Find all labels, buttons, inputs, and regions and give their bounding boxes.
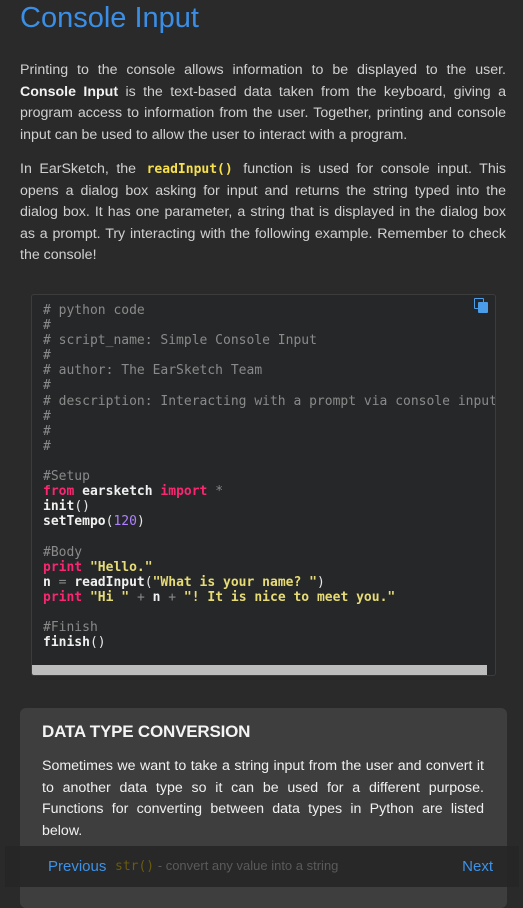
code-line: #Body: [43, 544, 83, 560]
code-line: #Finish: [43, 619, 98, 635]
code-line: #: [43, 438, 51, 454]
code-line: #Setup: [43, 469, 90, 485]
code-line: #: [43, 423, 51, 439]
next-button[interactable]: Next: [462, 858, 493, 875]
code-line: #: [43, 378, 51, 394]
code-line: # description: Interacting with a prompt…: [43, 393, 496, 409]
bottom-nav-bar: str() - convert any value into a string …: [5, 846, 519, 887]
card-text: Sometimes we want to take a string input…: [42, 758, 484, 839]
code-example[interactable]: # python code # # script_name: Simple Co…: [31, 294, 496, 676]
code-line: #: [43, 408, 51, 424]
code-line: print "Hi " + n + "! It is nice to meet …: [43, 589, 396, 605]
code-line: # python code: [43, 303, 145, 318]
intro-paragraph-1: Printing to the console allows informati…: [20, 60, 506, 146]
code-line: n = readInput("What is your name? "): [43, 574, 325, 590]
page-title: Console Input: [20, 2, 199, 34]
code-block: # python code # # script_name: Simple Co…: [43, 303, 496, 651]
horizontal-scrollbar[interactable]: [32, 665, 487, 675]
card-heading: DATA TYPE CONVERSION: [42, 722, 251, 741]
console-input-term: Console Input: [20, 83, 119, 100]
code-line: init(): [43, 499, 90, 515]
code-line: print "Hello.": [43, 559, 153, 575]
code-line: finish(): [43, 635, 106, 651]
code-line: #: [43, 318, 51, 334]
intro-paragraph-2: In EarSketch, the readInput() function i…: [20, 159, 506, 267]
readinput-inline-code: readInput(): [146, 162, 233, 177]
intro-text: In EarSketch, the: [20, 161, 144, 177]
intro-text: Printing to the console allows informati…: [20, 62, 506, 78]
code-line: # author: The EarSketch Team: [43, 363, 263, 379]
code-line: # script_name: Simple Console Input: [43, 333, 317, 349]
previous-button[interactable]: Previous: [48, 858, 106, 875]
code-line: from earsketch import *: [43, 484, 224, 500]
code-line: setTempo(120): [43, 514, 145, 530]
obscured-text: str() - convert any value into a string: [115, 858, 339, 874]
code-line: #: [43, 348, 51, 364]
